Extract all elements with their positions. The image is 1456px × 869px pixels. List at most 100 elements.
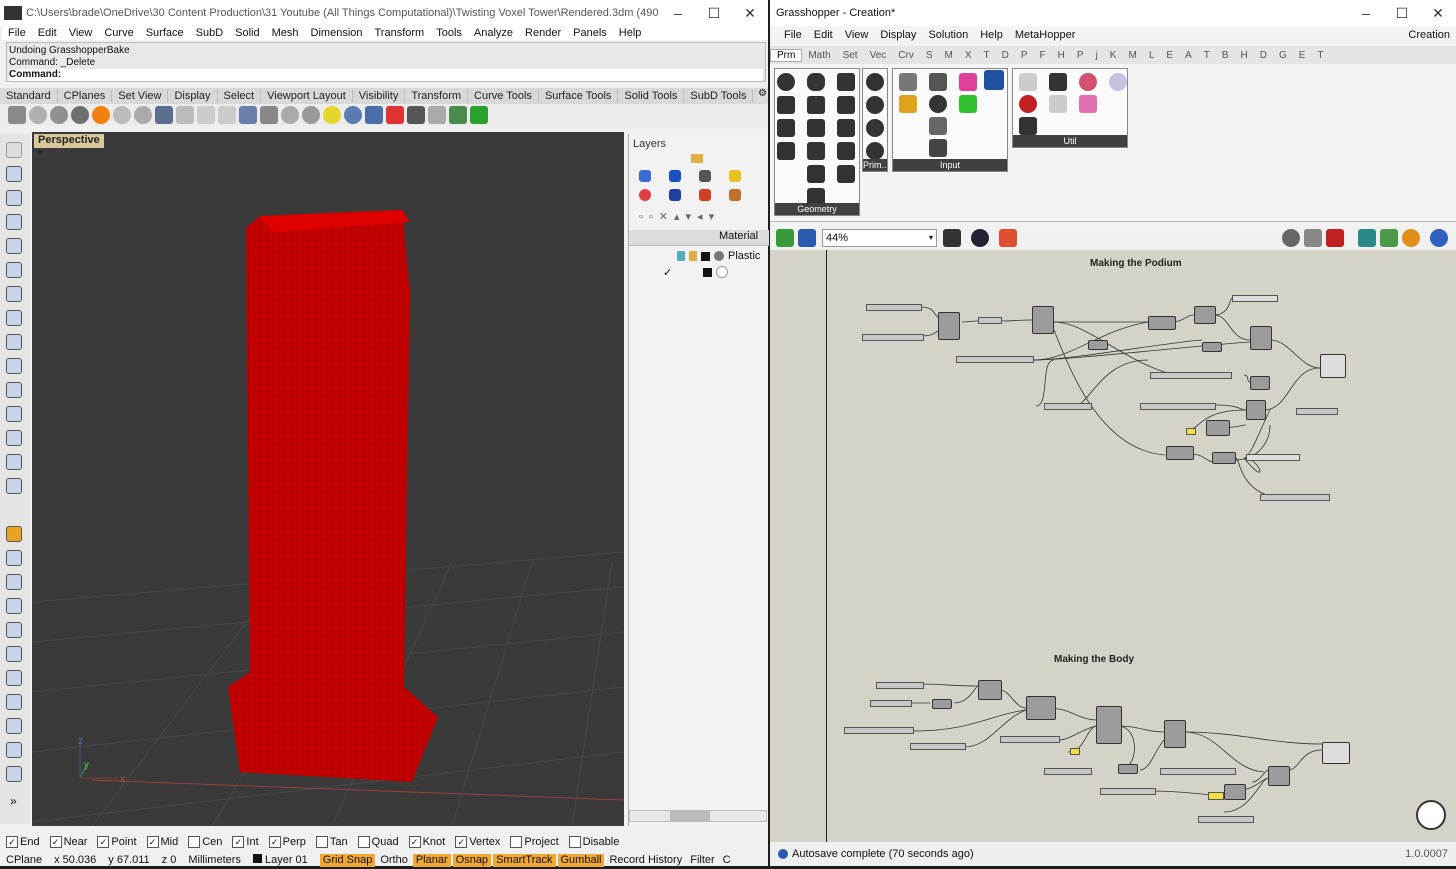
box-solid-icon[interactable] — [6, 406, 22, 422]
circle-icon[interactable] — [6, 238, 22, 254]
gh-menu-file[interactable]: File — [778, 29, 808, 41]
gh-tab[interactable]: E — [1160, 50, 1179, 61]
menu-view[interactable]: View — [63, 27, 99, 39]
checkbox[interactable]: ✓ — [408, 836, 421, 848]
checkbox[interactable] — [568, 836, 581, 848]
gh-component[interactable] — [1322, 742, 1350, 764]
dimension-icon[interactable] — [6, 550, 22, 566]
gumball-toggle[interactable]: Gumball — [557, 853, 605, 867]
gh-tab[interactable]: P — [1015, 50, 1034, 61]
mesh-icon[interactable] — [6, 478, 22, 494]
menu-curve[interactable]: Curve — [98, 27, 139, 39]
gh-tab[interactable]: P — [1071, 50, 1090, 61]
osnap-disable[interactable]: Disable — [568, 836, 619, 848]
render-icon[interactable] — [155, 106, 173, 124]
gh-component[interactable] — [1148, 316, 1176, 330]
point-param-icon[interactable] — [777, 73, 795, 91]
gh-component[interactable] — [1096, 706, 1122, 744]
param-node[interactable] — [870, 700, 912, 707]
osnap-quad[interactable]: Quad — [357, 836, 399, 848]
perspective-viewport[interactable]: z y x — [32, 132, 624, 826]
tab-solid-tools[interactable]: Solid Tools — [618, 90, 685, 102]
viewport-title-tab[interactable]: Perspective ▾ — [34, 134, 104, 157]
eye-icon[interactable] — [1019, 73, 1037, 91]
layer-color-swatch[interactable] — [701, 251, 710, 261]
mouse-icon[interactable] — [176, 106, 194, 124]
zoom-dropdown[interactable]: 44% ▾ — [822, 229, 937, 247]
gh-tab[interactable]: T — [1311, 50, 1329, 61]
transform-icon[interactable] — [6, 574, 22, 590]
number-slider[interactable] — [1160, 768, 1236, 775]
sphere-solid-icon[interactable] — [6, 430, 22, 446]
boolean-param-icon[interactable] — [866, 73, 884, 91]
new-icon[interactable] — [8, 106, 26, 124]
render-object-icon[interactable] — [6, 766, 22, 782]
light-icon[interactable] — [302, 106, 320, 124]
sun-icon[interactable] — [323, 106, 341, 124]
environment-icon[interactable] — [699, 189, 711, 201]
gh-menu-help[interactable]: Help — [974, 29, 1009, 41]
osnap-point[interactable]: ✓ Point — [97, 836, 137, 848]
gh-tab[interactable]: A — [1179, 50, 1198, 61]
preview-eye-icon[interactable] — [971, 229, 989, 247]
close-button[interactable]: ✕ — [732, 5, 768, 22]
checkbox[interactable]: ✓ — [455, 836, 468, 848]
file-path-icon[interactable] — [929, 73, 947, 91]
rendered-sphere-icon[interactable] — [71, 106, 89, 124]
material-sphere-icon[interactable] — [92, 106, 110, 124]
osnap-toggle[interactable]: Osnap — [452, 853, 492, 867]
checkbox[interactable]: ✓ — [97, 836, 110, 848]
gh-component[interactable] — [1032, 306, 1054, 334]
gh-component[interactable] — [1166, 446, 1194, 460]
toggle-node[interactable] — [1208, 792, 1224, 800]
group-title-podium[interactable]: Making the Podium — [1090, 258, 1182, 269]
integer-param-icon[interactable] — [866, 96, 884, 114]
box-icon[interactable] — [428, 106, 446, 124]
wire-icon[interactable] — [1304, 229, 1322, 247]
curve-icon[interactable] — [6, 286, 22, 302]
gh-tab[interactable]: H — [1052, 50, 1071, 61]
plane-param-icon[interactable] — [807, 142, 825, 160]
geometry-panel-label[interactable]: Geometry — [775, 203, 859, 215]
checkbox[interactable]: ✓ — [232, 836, 245, 848]
number-slider[interactable] — [1000, 736, 1060, 743]
gh-close-button[interactable]: ✕ — [1420, 5, 1456, 22]
monitor-icon[interactable] — [407, 106, 425, 124]
checkbox[interactable]: ✓ — [268, 836, 281, 848]
checkbox[interactable] — [315, 836, 328, 848]
osnap-knot[interactable]: ✓ Knot — [408, 836, 445, 848]
tab-viewport-layout[interactable]: Viewport Layout — [261, 90, 353, 102]
gh-tab[interactable]: F — [1034, 50, 1052, 61]
mesh-param-icon[interactable] — [807, 119, 825, 137]
panel-icon[interactable] — [929, 139, 947, 157]
select-arrow-icon[interactable] — [6, 142, 22, 158]
gh-menu-solution[interactable]: Solution — [922, 29, 974, 41]
hand-icon[interactable] — [197, 106, 215, 124]
osnap-int[interactable]: ✓ Int — [232, 836, 259, 848]
menu-help[interactable]: Help — [613, 27, 648, 39]
polyline-icon[interactable] — [6, 190, 22, 206]
menu-edit[interactable]: Edit — [32, 27, 63, 39]
osnap-vertex[interactable]: ✓ Vertex — [455, 836, 500, 848]
gh-component[interactable] — [1164, 720, 1186, 748]
group-title-body[interactable]: Making the Body — [1054, 654, 1134, 665]
surface-icon[interactable] — [6, 382, 22, 398]
folder-icon[interactable] — [691, 154, 703, 163]
param-node[interactable] — [1296, 408, 1338, 415]
group-param-icon[interactable] — [807, 165, 825, 183]
fillet-icon[interactable] — [6, 358, 22, 374]
gh-tab[interactable]: G — [1273, 50, 1293, 61]
osnap-mid[interactable]: ✓ Mid — [146, 836, 178, 848]
menu-transform[interactable]: Transform — [369, 27, 431, 39]
param-node[interactable] — [876, 682, 924, 689]
gh-tab[interactable]: L — [1143, 50, 1161, 61]
smarttrack-toggle[interactable]: SmartTrack — [493, 853, 556, 867]
cherry-icon[interactable] — [1019, 95, 1037, 113]
units[interactable]: Millimeters — [188, 854, 241, 866]
arrow-outline-icon[interactable] — [1049, 95, 1067, 113]
osnap-tan[interactable]: Tan — [315, 836, 348, 848]
command-prompt[interactable]: Command: — [9, 69, 763, 81]
arc-param-icon[interactable] — [777, 119, 795, 137]
sphere-icon[interactable] — [281, 106, 299, 124]
gh-tab[interactable]: Set — [837, 50, 864, 61]
